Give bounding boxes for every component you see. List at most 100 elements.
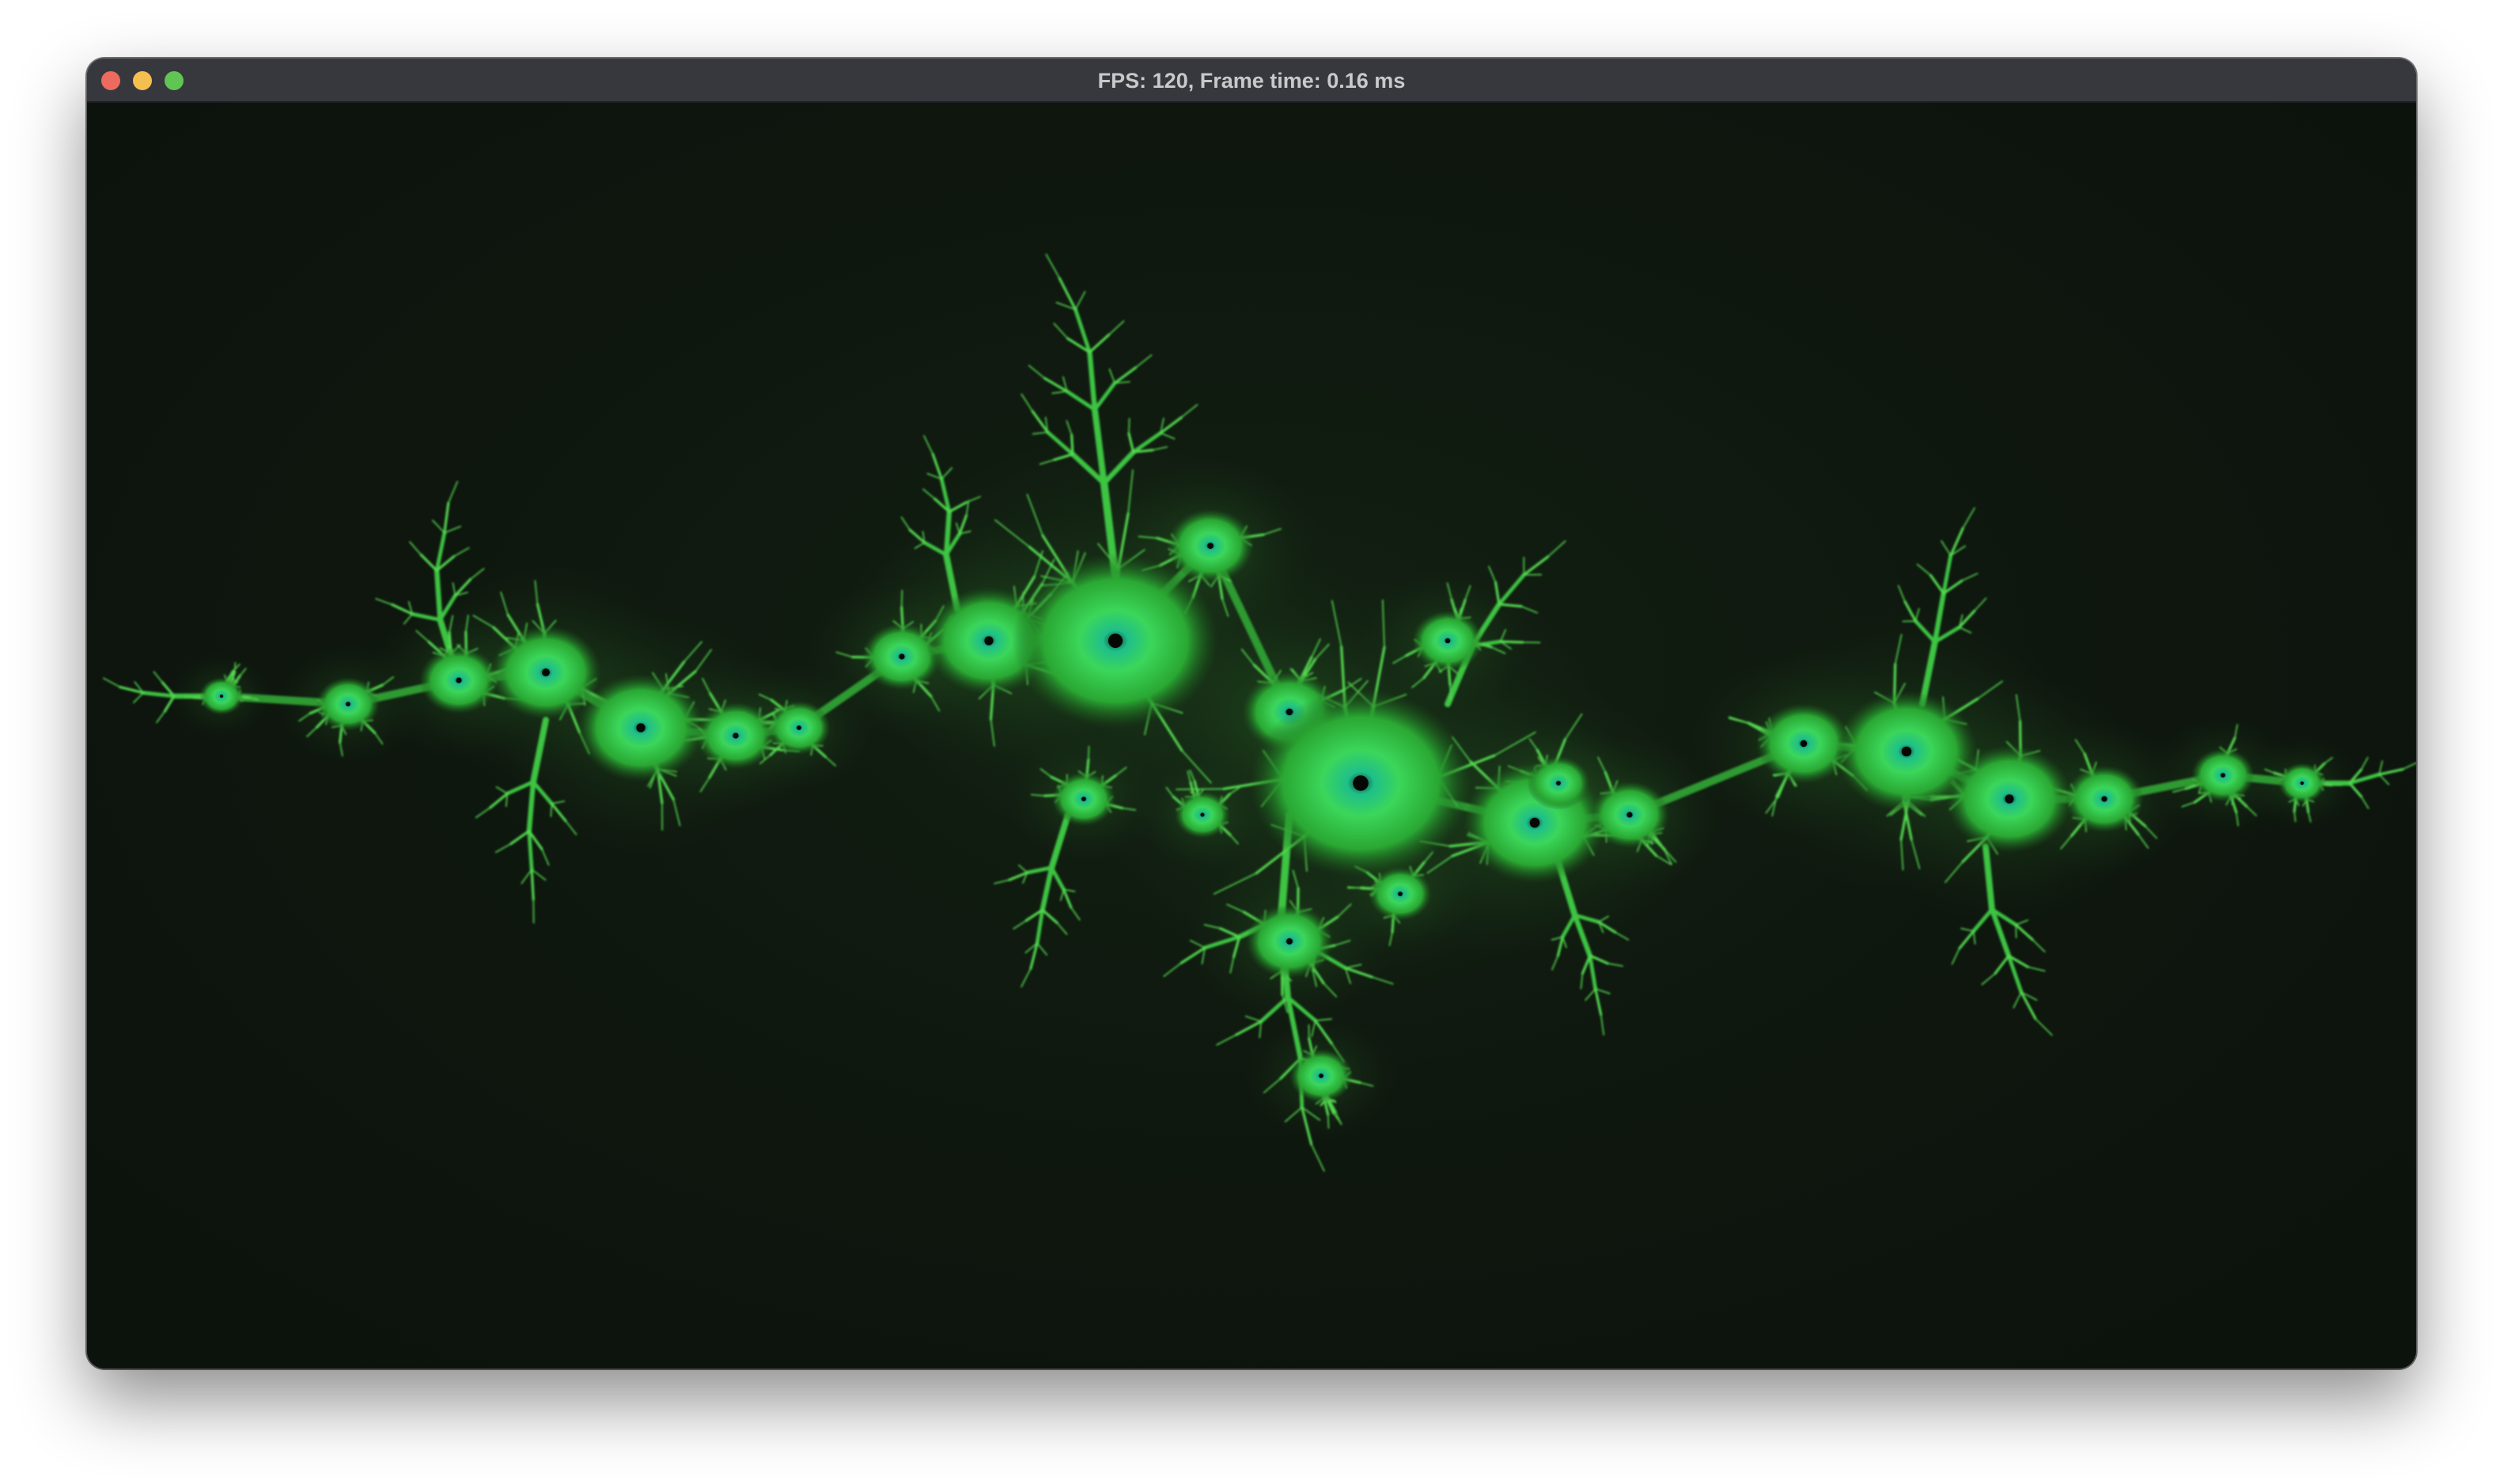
fractal-branch (1160, 432, 1176, 440)
fractal-bulb-center (797, 725, 801, 730)
fractal-branch (1045, 253, 1061, 279)
fractal-branch (1070, 433, 1074, 456)
fractal-bulb-center (1207, 543, 1214, 549)
fractal-branch (475, 807, 491, 819)
fractal-branch (1021, 967, 1032, 988)
fractal-bulb-center (899, 653, 905, 660)
fractal-branch (495, 786, 509, 795)
fractal-branch (1163, 962, 1183, 978)
fractal-branch (1310, 1143, 1325, 1172)
fractal-branch (527, 829, 534, 872)
fractal-branch (1960, 927, 1975, 932)
fractal-branch (2013, 991, 2022, 1009)
fractal-branch (1088, 333, 1111, 354)
fractal-branch (1039, 865, 1055, 913)
fractal-branch (2027, 966, 2046, 972)
fractal-branch (941, 467, 953, 480)
fractal-bulb-center (1286, 938, 1293, 945)
fractal-branch (1035, 907, 1045, 945)
fractal-bulb-center (1529, 817, 1540, 828)
fractal-bulb-center (636, 723, 646, 733)
fractal-branch (434, 568, 443, 623)
fractal-branch (1108, 320, 1125, 336)
fractal-branch (1021, 393, 1033, 412)
fractal-branch (133, 692, 145, 704)
fractal-branch (1128, 418, 1130, 434)
fractal-bulb-center (1800, 740, 1808, 748)
fractal-bulb-center (1901, 746, 1912, 757)
title-bar[interactable]: FPS: 120, Frame time: 0.16 ms (87, 59, 2416, 103)
fractal-branch (1594, 987, 1603, 1016)
fractal-branch (1235, 1020, 1263, 1036)
fractal-branch (2360, 756, 2369, 770)
fractal-bulb-center (1081, 797, 1086, 801)
fractal-branch (1951, 948, 1960, 965)
fractal-branch (923, 435, 933, 455)
fractal-branch (1032, 431, 1049, 435)
fractal-branch (1958, 929, 1975, 950)
fractal-branch (419, 553, 438, 572)
fractal-branch (2014, 923, 2034, 941)
fractal-branch (375, 598, 393, 606)
fractal-branch (541, 848, 550, 866)
fractal-branch (931, 452, 943, 481)
fractal-bulb-center (2101, 796, 2107, 802)
fractal-branch (1588, 953, 1598, 991)
fractal-branch (488, 792, 509, 809)
fractal-branch (1062, 888, 1073, 909)
fractal-branch (1051, 390, 1068, 394)
render-canvas[interactable] (87, 103, 2416, 1369)
fractal-branch (1066, 420, 1073, 436)
fractal-branch (184, 695, 195, 698)
fractal-branch (1018, 864, 1028, 873)
fractal-branch (1087, 350, 1098, 413)
fractal-branch (1092, 380, 1117, 412)
fractal-bulb-center (1353, 775, 1369, 791)
fractal-branch (994, 879, 1010, 884)
fractal-branch (1036, 942, 1048, 956)
fractal-bulb-center (456, 677, 462, 683)
fractal-branch (1013, 919, 1028, 929)
app-window: FPS: 120, Frame time: 0.16 ms (87, 59, 2416, 1369)
fractal-branch (1580, 972, 1584, 990)
fractal-branch (1962, 507, 1975, 529)
fractal-branch (1134, 354, 1153, 369)
fractal-branch (1056, 922, 1068, 935)
fractal-branch (530, 868, 535, 901)
fractal-branch (1994, 954, 2010, 975)
fractal-bulb-center (1319, 1073, 1323, 1078)
fractal-branch (1547, 540, 1566, 558)
fractal-branch (2402, 762, 2416, 770)
fractal-branch (900, 589, 903, 608)
fractal-branch (2361, 796, 2369, 809)
fractal-bulb-center (1200, 812, 1205, 817)
fractal-branch (1941, 540, 1952, 557)
fractal-branch (1025, 865, 1054, 875)
fractal-branch (1074, 290, 1086, 311)
fractal-branch (1031, 410, 1049, 433)
fractal-branch (444, 525, 461, 534)
fractal-bulb-center (220, 695, 223, 698)
fractal-bulb-center (984, 636, 994, 645)
fractal-branch (1916, 563, 1932, 577)
fractal-branch (443, 502, 450, 535)
fractal-bulb-center (542, 668, 550, 676)
fractal-branch (1585, 988, 1596, 1001)
fractal-branch (1449, 684, 1452, 701)
fractal-branch (900, 517, 911, 531)
fractal-branch (521, 869, 532, 884)
fractal-branch (1060, 888, 1065, 901)
fractal-branch (1070, 907, 1081, 921)
fractal-branch (1065, 389, 1097, 412)
fractal-branch (509, 829, 531, 846)
fractal-branch (2035, 1017, 2053, 1036)
fractal-bulb-center (2300, 781, 2304, 786)
fractal-bulb-center (1556, 781, 1561, 786)
fractal-branch (1972, 930, 1976, 945)
fractal-branch (1961, 573, 1979, 581)
fractal-branch (922, 488, 936, 500)
fractal-branch (1113, 366, 1138, 384)
fractal-branch (1981, 972, 1996, 986)
fractal-branch (1108, 368, 1115, 384)
fractal-bulb-center (1445, 638, 1451, 644)
